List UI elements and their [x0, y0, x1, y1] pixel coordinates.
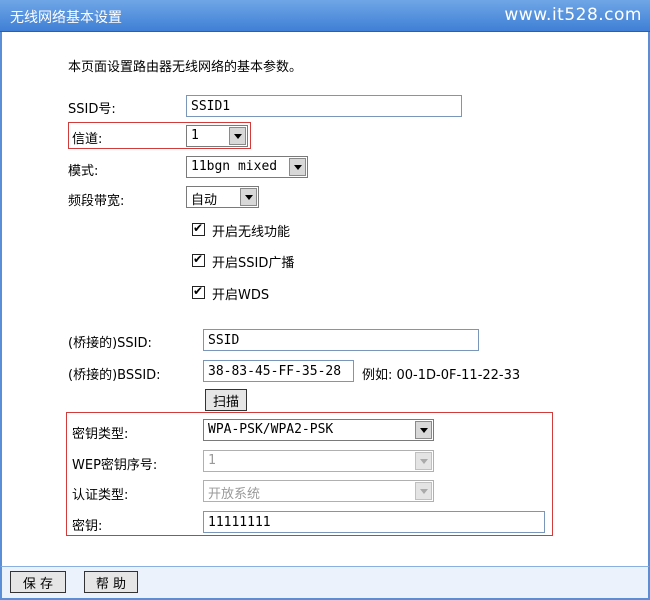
help-button-label: 帮 助	[95, 576, 127, 592]
auth-type-select: 开放系统	[203, 480, 434, 502]
chevron-down-icon	[415, 482, 432, 500]
bssid-example-text: 例如: 00-1D-0F-11-22-33	[362, 368, 521, 383]
enable-wds-checkbox[interactable]	[192, 284, 205, 299]
bandwidth-select[interactable]: 自动	[186, 186, 259, 208]
mode-select[interactable]: 11bgn mixed	[186, 156, 308, 178]
key-type-label: 密钥类型:	[72, 427, 129, 442]
mode-label: 模式:	[68, 164, 99, 179]
page-title: 无线网络基本设置	[10, 10, 122, 26]
bandwidth-label: 频段带宽:	[68, 194, 125, 209]
bridge-ssid-label: (桥接的)SSID:	[68, 336, 152, 351]
enable-ssid-broadcast-checkbox[interactable]	[192, 252, 205, 267]
bandwidth-value: 自动	[191, 193, 218, 208]
wep-index-select: 1	[203, 450, 434, 472]
enable-wds-label: 开启WDS	[212, 288, 270, 303]
enable-wireless-label: 开启无线功能	[212, 225, 291, 240]
save-button-label: 保 存	[22, 576, 54, 592]
channel-label: 信道:	[72, 132, 103, 147]
chevron-down-icon	[289, 158, 306, 176]
save-button[interactable]: 保 存	[10, 571, 66, 593]
wep-index-label: WEP密钥序号:	[72, 458, 158, 473]
page-description: 本页面设置路由器无线网络的基本参数。	[68, 60, 303, 75]
title-bar: 无线网络基本设置 www.it528.com	[0, 0, 650, 32]
channel-value: 1	[191, 128, 199, 143]
ssid-input[interactable]	[186, 95, 462, 117]
chevron-down-icon	[415, 421, 432, 439]
channel-select[interactable]: 1	[186, 125, 248, 147]
ssid-label: SSID号:	[68, 102, 116, 117]
chevron-down-icon	[240, 188, 257, 206]
key-label: 密钥:	[72, 519, 103, 534]
enable-ssid-broadcast-label: 开启SSID广播	[212, 256, 295, 271]
help-button[interactable]: 帮 助	[84, 571, 138, 593]
key-input[interactable]	[203, 511, 545, 533]
wep-index-value: 1	[208, 453, 216, 468]
mode-value: 11bgn mixed	[191, 159, 278, 174]
watermark: www.it528.com	[504, 5, 642, 25]
bridge-ssid-input[interactable]	[203, 329, 479, 351]
scan-button[interactable]: 扫描	[205, 389, 247, 411]
auth-type-label: 认证类型:	[72, 488, 129, 503]
key-type-value: WPA-PSK/WPA2-PSK	[208, 422, 334, 437]
auth-type-value: 开放系统	[208, 487, 261, 502]
chevron-down-icon	[229, 127, 246, 145]
key-type-select[interactable]: WPA-PSK/WPA2-PSK	[203, 419, 434, 441]
scan-button-label: 扫描	[212, 394, 239, 410]
bridge-bssid-label: (桥接的)BSSID:	[68, 368, 161, 383]
bridge-bssid-input[interactable]	[203, 360, 354, 382]
chevron-down-icon	[415, 452, 432, 470]
enable-wireless-checkbox[interactable]	[192, 221, 205, 236]
